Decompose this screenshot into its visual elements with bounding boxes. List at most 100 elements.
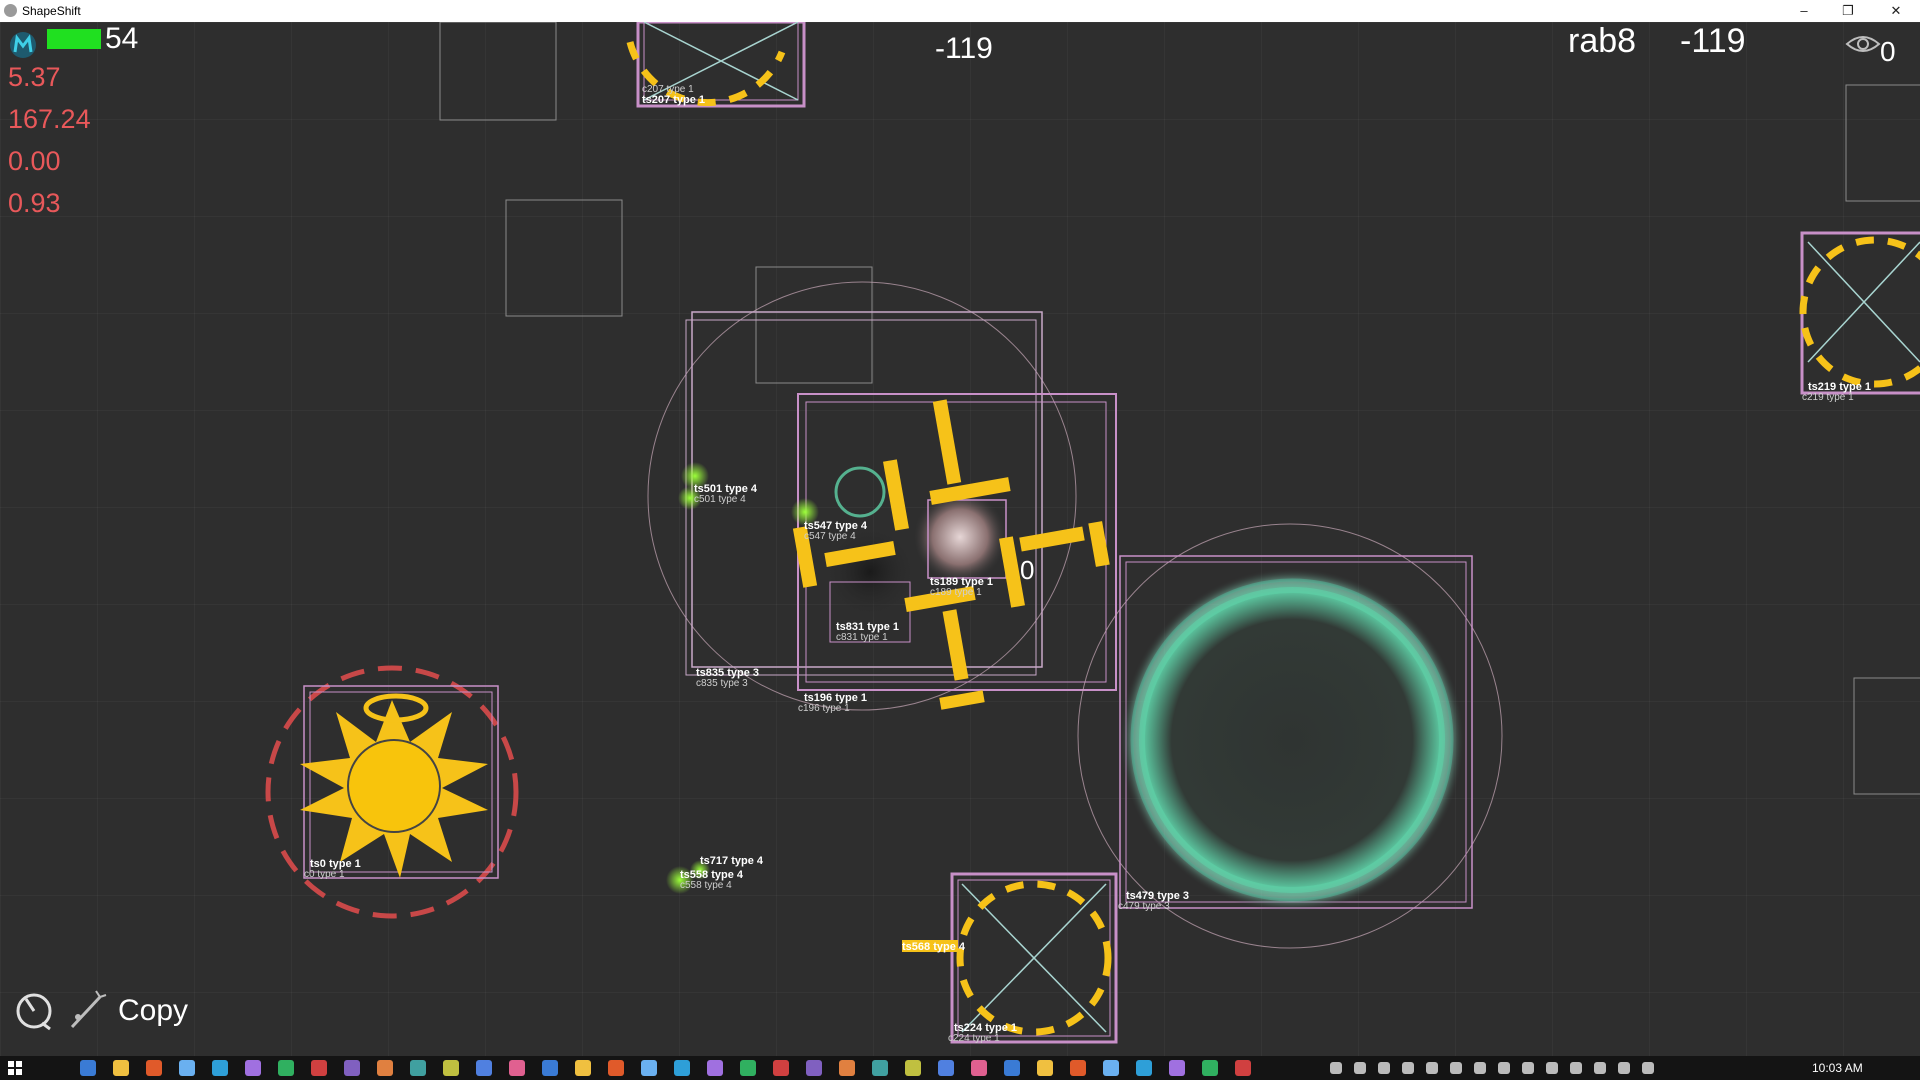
outline-box (505, 199, 623, 317)
taskbar-app-icon[interactable] (707, 1060, 723, 1076)
taskbar-app-icon[interactable] (938, 1060, 954, 1076)
player-score: -119 (1680, 22, 1746, 60)
outline-box (1853, 677, 1920, 795)
tray-icon[interactable] (1594, 1062, 1606, 1074)
taskbar-app-icon[interactable] (608, 1060, 624, 1076)
entity-tag: c479 type 3 (1118, 901, 1170, 912)
entity-tag: ts568 type 4 (902, 941, 966, 953)
outline-box (755, 266, 873, 384)
player-m-icon (10, 32, 36, 58)
taskbar-app-icon[interactable] (872, 1060, 888, 1076)
taskbar-app-icon[interactable] (1136, 1060, 1152, 1076)
entity-tag: c0 type 1 (304, 869, 345, 880)
entity-tag: c831 type 1 (836, 632, 888, 643)
tray-icon[interactable] (1330, 1062, 1342, 1074)
tray-icon[interactable] (1402, 1062, 1414, 1074)
taskbar-app-icon[interactable] (146, 1060, 162, 1076)
taskbar-clock: 10:03 AM (1812, 1061, 1863, 1075)
taskbar-app-icon[interactable] (1202, 1060, 1218, 1076)
entity-tag: c547 type 4 (804, 531, 856, 542)
taskbar-app-icon[interactable] (575, 1060, 591, 1076)
taskbar-app-icon[interactable] (971, 1060, 987, 1076)
game-viewport[interactable]: 0 ts501 type 4 c501 type 4 ts547 type 4 … (0, 22, 1920, 1056)
tray-icon[interactable] (1450, 1062, 1462, 1074)
stat-3: 0.00 (8, 146, 61, 176)
taskbar-app-icon[interactable] (179, 1060, 195, 1076)
windows-start-icon[interactable] (8, 1061, 22, 1075)
taskbar: 10:03 AM (0, 1056, 1920, 1080)
floating-zero: 0 (1020, 555, 1034, 585)
taskbar-app-icon[interactable] (344, 1060, 360, 1076)
eye-icon[interactable] (1845, 30, 1881, 58)
center-score: -119 (935, 32, 993, 65)
tray-icon[interactable] (1498, 1062, 1510, 1074)
taskbar-app-icon[interactable] (542, 1060, 558, 1076)
taskbar-app-icon[interactable] (311, 1060, 327, 1076)
stat-2: 167.24 (8, 104, 91, 134)
entity-tag: c501 type 4 (694, 494, 746, 505)
taskbar-app-icon[interactable] (278, 1060, 294, 1076)
timer-hand-icon[interactable] (12, 987, 56, 1031)
window-title: ShapeShift (22, 4, 81, 18)
taskbar-app-icon[interactable] (245, 1060, 261, 1076)
taskbar-app-icon[interactable] (674, 1060, 690, 1076)
taskbar-app-icon[interactable] (476, 1060, 492, 1076)
taskbar-app-icon[interactable] (1169, 1060, 1185, 1076)
taskbar-app-icon[interactable] (509, 1060, 525, 1076)
taskbar-app-icon[interactable] (1235, 1060, 1251, 1076)
tray-icon[interactable] (1618, 1062, 1630, 1074)
taskbar-app-icon[interactable] (1004, 1060, 1020, 1076)
tool-label: Copy (118, 994, 189, 1027)
player-name: rab8 (1568, 22, 1637, 60)
maximize-button[interactable]: ❐ (1826, 0, 1870, 22)
portal-entity[interactable] (1077, 523, 1503, 949)
taskbar-app-icon[interactable] (1070, 1060, 1086, 1076)
taskbar-app-icon[interactable] (113, 1060, 129, 1076)
game-world[interactable]: 0 ts501 type 4c501 type 4ts547 type 4c54… (0, 22, 1920, 1056)
copy-wand-icon[interactable] (66, 987, 110, 1031)
minimize-button[interactable]: – (1782, 0, 1826, 22)
spinner-entity-bottom[interactable] (902, 872, 1118, 1044)
taskbar-app-icon[interactable] (410, 1060, 426, 1076)
entity-tags: ts501 type 4c501 type 4ts547 type 4c547 … (304, 84, 1871, 1044)
tray-icon[interactable] (1642, 1062, 1654, 1074)
taskbar-app-icon[interactable] (1037, 1060, 1053, 1076)
window-titlebar: ShapeShift – ❐ ✕ (0, 0, 1920, 23)
entity-tag: c196 type 1 (798, 703, 850, 714)
taskbar-app-icon[interactable] (905, 1060, 921, 1076)
outline-box (439, 22, 557, 121)
health-value: 54 (105, 22, 139, 55)
stat-4: 0.93 (8, 188, 61, 218)
entity-tag: c224 type 1 (948, 1033, 1000, 1044)
tray-icon[interactable] (1570, 1062, 1582, 1074)
taskbar-app-icon[interactable] (839, 1060, 855, 1076)
tray-icon[interactable] (1426, 1062, 1438, 1074)
taskbar-app-icon[interactable] (641, 1060, 657, 1076)
spinner-entity-right[interactable] (1799, 231, 1920, 395)
taskbar-app-icon[interactable] (443, 1060, 459, 1076)
taskbar-app-icon[interactable] (806, 1060, 822, 1076)
tray-icon[interactable] (1378, 1062, 1390, 1074)
outline-box (1845, 84, 1920, 202)
tray-icon[interactable] (1474, 1062, 1486, 1074)
health-bar (47, 29, 101, 49)
taskbar-app-icon[interactable] (740, 1060, 756, 1076)
entity-tag: c219 type 1 (1802, 392, 1854, 403)
tray-icon[interactable] (1522, 1062, 1534, 1074)
app-icon (4, 4, 17, 17)
entity-tag: c189 type 1 (930, 587, 982, 598)
taskbar-app-icon[interactable] (212, 1060, 228, 1076)
spectator-count: 0 (1880, 36, 1896, 67)
entity-tag: c835 type 3 (696, 678, 748, 689)
entity-tag: ts717 type 4 (700, 855, 764, 867)
tray-icon[interactable] (1546, 1062, 1558, 1074)
taskbar-app-icon[interactable] (1103, 1060, 1119, 1076)
stat-1: 5.37 (8, 62, 61, 92)
entity-tag: c558 type 4 (680, 880, 732, 891)
taskbar-app-icon[interactable] (80, 1060, 96, 1076)
entity-tag: ts207 type 1 (642, 94, 705, 106)
close-button[interactable]: ✕ (1874, 0, 1918, 22)
taskbar-app-icon[interactable] (773, 1060, 789, 1076)
taskbar-app-icon[interactable] (377, 1060, 393, 1076)
tray-icon[interactable] (1354, 1062, 1366, 1074)
